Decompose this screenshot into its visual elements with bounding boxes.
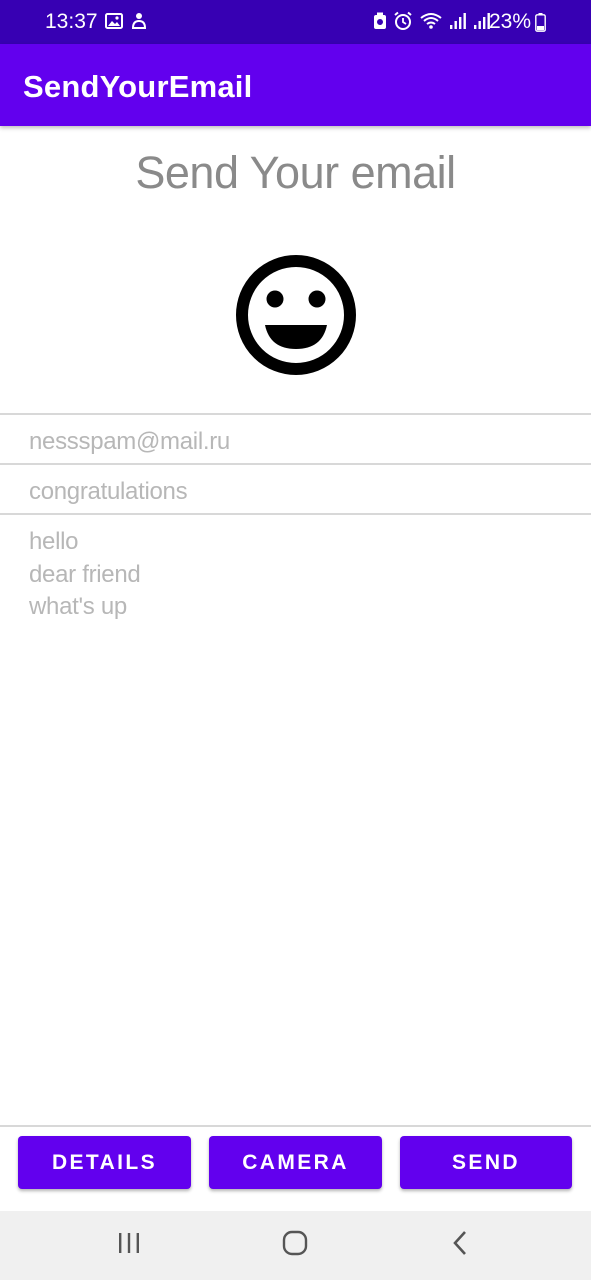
battery-icon (535, 13, 546, 37)
status-bar: 13:37 23% (0, 0, 591, 44)
divider (0, 1125, 591, 1127)
home-icon (282, 1230, 308, 1261)
alarm-icon (393, 11, 413, 36)
battery-percent: 23% (488, 10, 531, 33)
status-time: 13:37 (45, 10, 98, 33)
system-nav-bar (0, 1211, 591, 1280)
camera-button[interactable]: CAMERA (209, 1136, 382, 1189)
message-line: what's up (29, 593, 127, 620)
message-line: hello (29, 528, 79, 555)
wifi-icon (419, 12, 443, 35)
divider (0, 513, 591, 515)
home-button[interactable] (255, 1211, 335, 1280)
message-line: dear friend (29, 560, 141, 588)
recents-icon (117, 1232, 141, 1259)
app-title: SendYourEmail (23, 69, 253, 104)
back-icon (452, 1230, 468, 1261)
battery-saver-icon (373, 12, 387, 35)
recents-button[interactable] (89, 1211, 169, 1280)
signal-icon (449, 12, 467, 35)
image-icon (105, 13, 123, 34)
details-button[interactable]: DETAILS (18, 1136, 191, 1189)
send-button[interactable]: SEND (400, 1136, 572, 1189)
status-left-icons (105, 12, 147, 35)
status-right-icons (373, 11, 491, 36)
message-field[interactable]: hello dear friend what's up (29, 526, 569, 624)
divider (0, 463, 591, 465)
subject-field[interactable]: congratulations (29, 477, 188, 507)
page-heading: Send Your email (135, 147, 456, 198)
notification-icon (131, 12, 147, 35)
recipient-field[interactable]: nessspam@mail.ru (29, 427, 230, 457)
divider (0, 413, 591, 415)
back-button[interactable] (420, 1211, 500, 1280)
smiley-face-icon[interactable] (234, 253, 358, 377)
app-bar: SendYourEmail (0, 44, 591, 126)
